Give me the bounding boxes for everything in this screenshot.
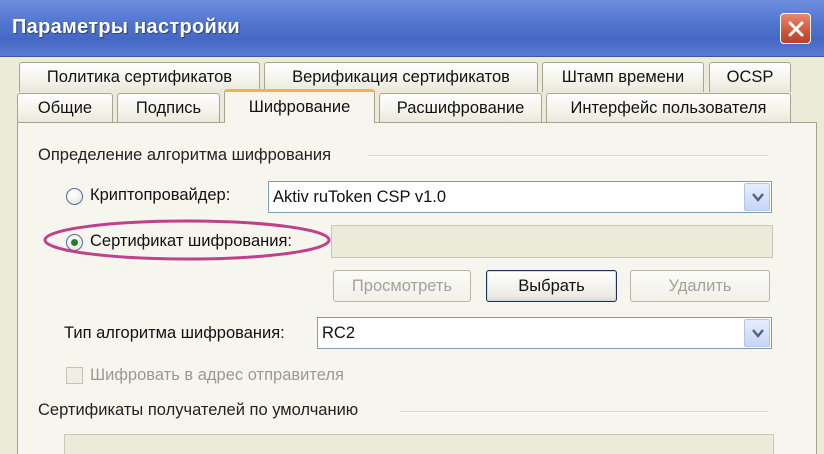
crypto-provider-value: Aktiv ruToken CSP v1.0 xyxy=(273,188,447,206)
delete-button[interactable]: Удалить xyxy=(630,270,770,302)
crypto-provider-radio[interactable] xyxy=(66,188,83,205)
crypto-provider-label: Криптопровайдер: xyxy=(90,186,231,204)
tab-signature[interactable]: Подпись xyxy=(117,93,220,123)
encryption-certificate-label: Сертификат шифрования: xyxy=(90,232,292,250)
tab-decryption[interactable]: Расшифрование xyxy=(379,93,542,123)
tab-certificate-policy[interactable]: Политика сертификатов xyxy=(19,62,260,92)
encryption-certificate-radio[interactable] xyxy=(66,234,83,251)
crypto-provider-select[interactable]: Aktiv ruToken CSP v1.0 xyxy=(268,181,772,213)
encryption-algorithm-group-title: Определение алгоритма шифрования xyxy=(38,146,332,164)
encrypt-to-sender-label: Шифровать в адрес отправителя xyxy=(90,366,344,384)
tab-timestamp[interactable]: Штамп времени xyxy=(542,62,704,92)
encrypt-to-sender-checkbox[interactable] xyxy=(66,367,83,384)
algorithm-type-select[interactable]: RC2 xyxy=(317,317,772,349)
radio-selected-dot xyxy=(71,239,78,246)
title-bar[interactable]: Параметры настройки xyxy=(0,0,824,57)
chevron-down-icon xyxy=(752,329,764,338)
tab-ocsp[interactable]: OCSP xyxy=(709,62,791,92)
settings-dialog: Параметры настройки Политика сертификато… xyxy=(0,0,824,454)
tab-certificate-verification[interactable]: Верификация сертификатов xyxy=(264,62,538,92)
default-recipients-group-title: Сертификаты получателей по умолчанию xyxy=(38,401,359,419)
window-title: Параметры настройки xyxy=(12,16,240,38)
select-button[interactable]: Выбрать xyxy=(486,270,617,302)
tab-general[interactable]: Общие xyxy=(17,93,113,123)
crypto-provider-dropdown-button[interactable] xyxy=(744,183,770,211)
tab-user-interface[interactable]: Интерфейс пользователя xyxy=(546,93,791,123)
view-button[interactable]: Просмотреть xyxy=(333,270,471,302)
algorithm-type-dropdown-button[interactable] xyxy=(744,319,770,347)
tab-encryption[interactable]: Шифрование xyxy=(224,89,375,123)
group-divider xyxy=(368,155,768,157)
chevron-down-icon xyxy=(752,193,764,202)
default-recipients-list[interactable] xyxy=(64,434,774,454)
close-button[interactable] xyxy=(780,13,811,44)
encryption-certificate-field[interactable] xyxy=(331,225,773,258)
algorithm-type-value: RC2 xyxy=(322,324,356,342)
algorithm-type-label: Тип алгоритма шифрования: xyxy=(64,324,285,342)
close-icon xyxy=(788,21,804,37)
group-divider xyxy=(400,411,768,413)
